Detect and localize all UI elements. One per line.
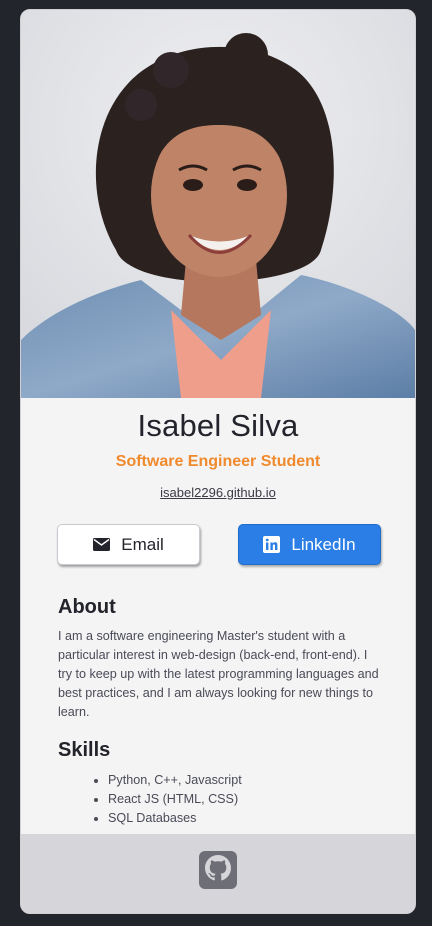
github-link[interactable]: [199, 851, 237, 889]
profile-role: Software Engineer Student: [115, 453, 321, 470]
skill-item: React JS (HTML, CSS): [108, 790, 242, 809]
skill-item: SQL Databases: [108, 809, 242, 828]
profile-name: Isabel Silva: [137, 408, 299, 443]
linkedin-button-label: LinkedIn: [291, 534, 356, 554]
profile-photo: [21, 10, 415, 398]
skills-heading: Skills: [58, 739, 111, 761]
website-link[interactable]: isabel2296.github.io: [160, 485, 276, 500]
envelope-icon: [93, 538, 111, 551]
about-heading: About: [58, 596, 116, 618]
skill-item: Python, C++, Javascript: [108, 771, 242, 790]
linkedin-button[interactable]: LinkedIn: [238, 524, 381, 565]
website-link-container: isabel2296.github.io: [21, 485, 415, 500]
footer: [21, 834, 415, 913]
github-icon: [205, 854, 231, 886]
skills-list: Python, C++, Javascript React JS (HTML, …: [89, 771, 242, 828]
linkedin-icon: [263, 536, 281, 553]
about-text: I am a software engineering Master's stu…: [58, 629, 379, 719]
email-button-label: Email: [121, 534, 164, 554]
email-button[interactable]: Email: [57, 524, 200, 565]
profile-card: Isabel Silva Software Engineer Student i…: [20, 9, 416, 914]
